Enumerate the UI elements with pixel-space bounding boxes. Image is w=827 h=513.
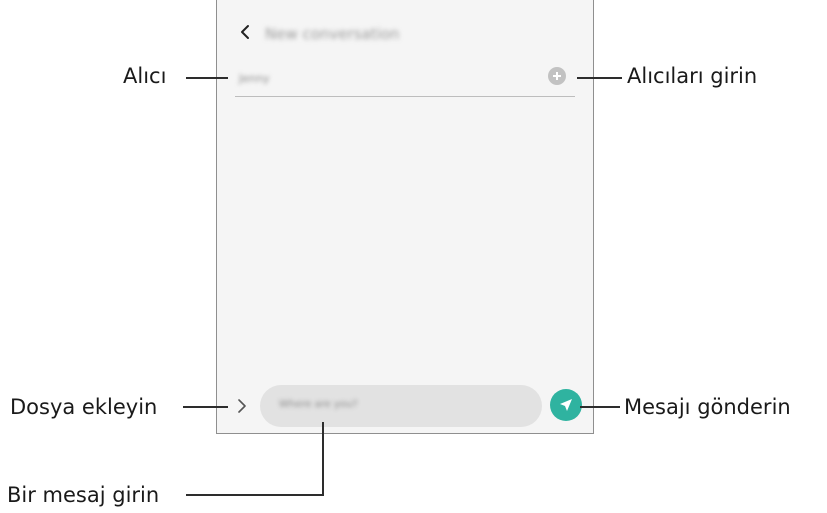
plus-icon [553,72,561,80]
attach-file-button[interactable] [234,398,250,414]
callout-add-recipient-label: Alıcıları girin [627,64,758,88]
add-recipient-button[interactable] [548,67,566,85]
message-placeholder: Where are you? [279,399,358,410]
callout-recipient-label: Alıcı [123,64,167,88]
phone-screen: New conversation Jenny Where are you? [216,0,594,434]
recipient-field[interactable]: Jenny [239,72,269,85]
send-icon [560,399,572,411]
callout-send-line [580,406,620,408]
chevron-right-icon [238,399,246,413]
callout-attach-label: Dosya ekleyin [10,395,158,419]
back-button[interactable] [235,22,255,42]
callout-send-label: Mesajı gönderin [624,395,791,419]
callout-message-line-horizontal [186,494,324,496]
recipient-underline [235,96,575,97]
screen-title: New conversation [265,25,400,43]
callout-attach-line [183,406,228,408]
callout-message-line-vertical [322,422,324,496]
chevron-left-icon [241,25,249,39]
message-input[interactable]: Where are you? [260,385,542,427]
send-button[interactable] [550,389,582,421]
callout-message-label: Bir mesaj girin [7,483,160,507]
callout-add-recipient-line [577,77,622,79]
callout-recipient-line [186,77,228,79]
